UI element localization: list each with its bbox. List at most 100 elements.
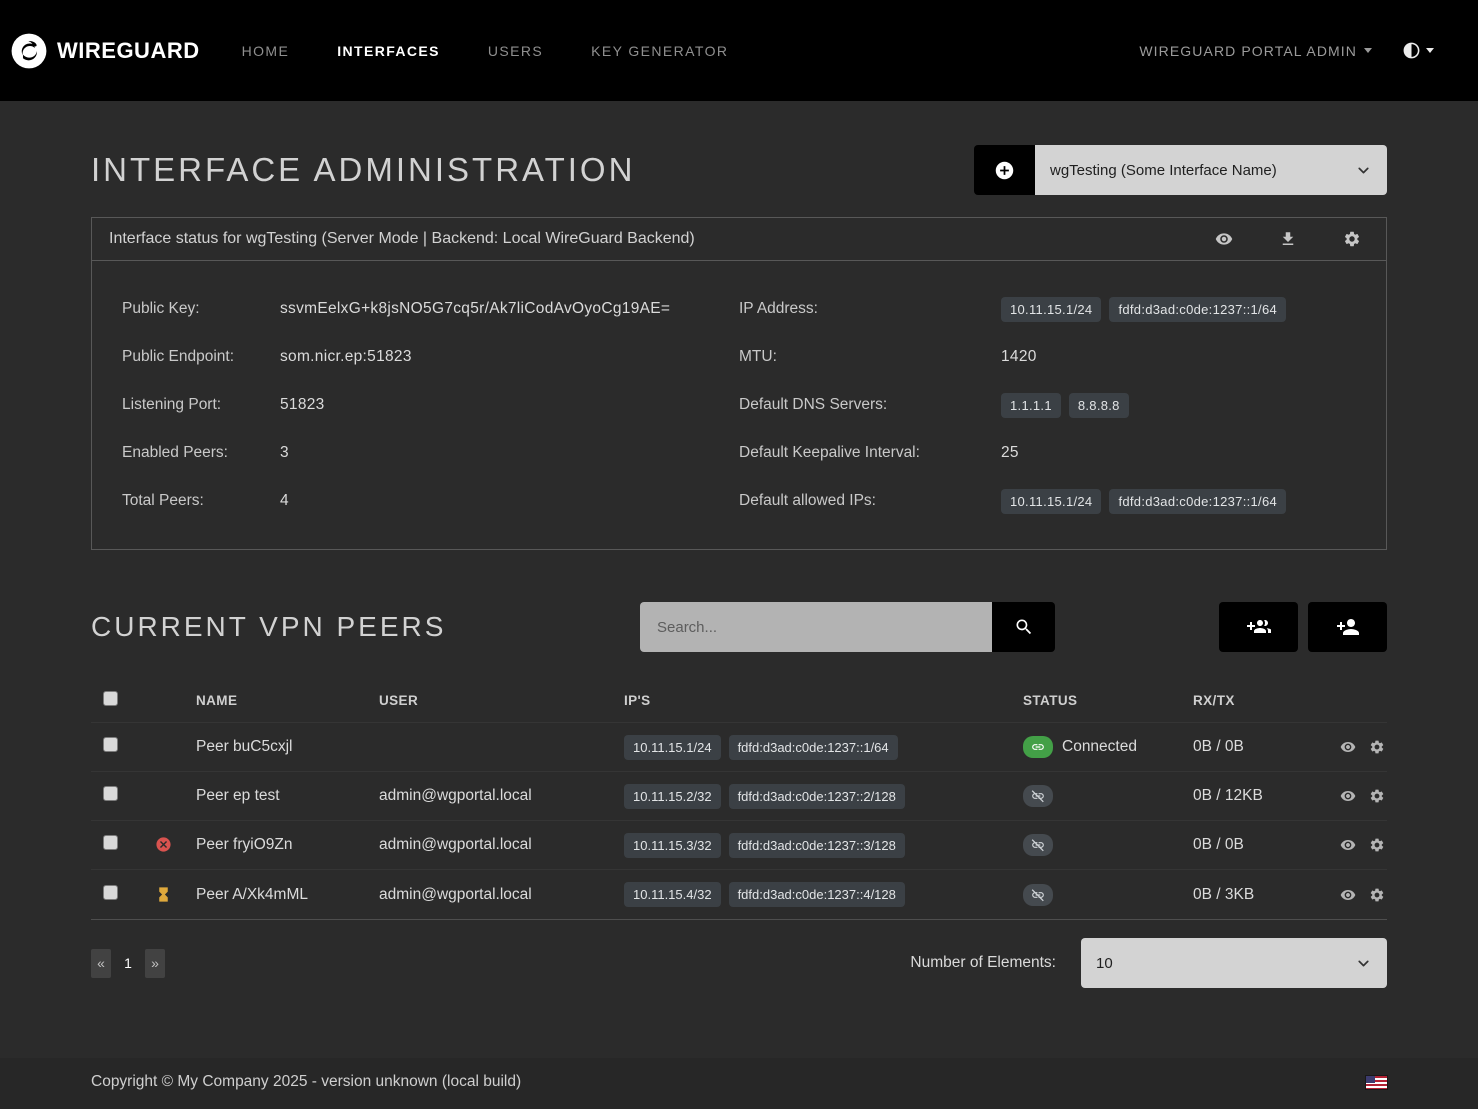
select-all-checkbox[interactable]: [103, 691, 118, 706]
dns-badge: 8.8.8.8: [1069, 393, 1129, 418]
listening-port-label: Listening Port:: [122, 396, 280, 414]
search-button[interactable]: [992, 602, 1055, 652]
link-slash-icon: [1031, 789, 1045, 803]
pagination-next-button[interactable]: »: [145, 949, 165, 978]
page-footer: Copyright © My Company 2025 - version un…: [0, 1058, 1478, 1109]
pagination: « 1 »: [91, 949, 165, 978]
pagination-page-1[interactable]: 1: [118, 949, 138, 978]
ip-badge: fdfd:d3ad:c0de:1237::1/64: [1109, 489, 1286, 514]
peer-settings-button[interactable]: [1369, 837, 1385, 853]
view-config-button[interactable]: [1215, 230, 1233, 248]
ip-badge: fdfd:d3ad:c0de:1237::1/64: [729, 735, 898, 760]
nav-item-home[interactable]: HOME: [242, 43, 290, 59]
navbar-right: WIREGUARD PORTAL ADMIN: [1139, 41, 1434, 60]
peer-settings-button[interactable]: [1369, 887, 1385, 903]
row-checkbox[interactable]: [103, 835, 118, 850]
hourglass-icon: [155, 886, 172, 903]
info-row: Default allowed IPs: 10.11.15.1/24 fdfd:…: [739, 477, 1356, 525]
column-header-ips: IP'S: [624, 693, 1023, 708]
download-config-button[interactable]: [1279, 230, 1297, 248]
status-disconnected-badge: [1023, 785, 1053, 807]
ip-badge: fdfd:d3ad:c0de:1237::3/128: [729, 833, 905, 858]
copyright-text: Copyright © My Company 2025 - version un…: [91, 1073, 521, 1091]
brand[interactable]: WIREGUARD: [10, 32, 200, 70]
add-multiple-peers-button[interactable]: [1219, 602, 1298, 652]
magnifier-icon: [1014, 617, 1034, 637]
status-connected-badge: [1023, 736, 1053, 758]
dns-badge: 1.1.1.1: [1001, 393, 1061, 418]
theme-toggle-dropdown[interactable]: [1402, 41, 1434, 60]
keepalive-value: 25: [1001, 444, 1356, 462]
card-title: Interface status for wgTesting (Server M…: [109, 230, 695, 248]
total-peers-label: Total Peers:: [122, 492, 280, 510]
gear-icon: [1343, 230, 1361, 248]
total-peers-value: 4: [280, 492, 739, 510]
status-disconnected-badge: [1023, 834, 1053, 856]
peer-view-button[interactable]: [1340, 788, 1356, 804]
public-endpoint-label: Public Endpoint:: [122, 348, 280, 366]
interface-details-left: Public Key: ssvmEelxG+k8jsNO5G7cq5r/Ak7l…: [122, 285, 739, 525]
peer-search-group: [640, 602, 1055, 652]
chevron-down-icon: [1355, 955, 1372, 972]
peer-rxtx: 0B / 0B: [1193, 836, 1325, 854]
link-icon: [1031, 740, 1045, 754]
peer-user: admin@wgportal.local: [379, 787, 624, 805]
link-slash-icon: [1031, 838, 1045, 852]
peer-user: admin@wgportal.local: [379, 836, 624, 854]
ip-badge: 10.11.15.2/32: [624, 784, 721, 809]
ip-badge: fdfd:d3ad:c0de:1237::2/128: [729, 784, 905, 809]
peer-rxtx: 0B / 0B: [1193, 738, 1325, 756]
add-multiple-peers-icon: [1247, 615, 1271, 639]
caret-down-icon: [1364, 48, 1372, 53]
us-flag-icon[interactable]: [1366, 1076, 1387, 1089]
gear-icon: [1369, 788, 1385, 804]
interface-details: Public Key: ssvmEelxG+k8jsNO5G7cq5r/Ak7l…: [92, 261, 1386, 549]
link-slash-icon: [1031, 888, 1045, 902]
column-header-rxtx: RX/TX: [1193, 693, 1325, 708]
peer-settings-button[interactable]: [1369, 739, 1385, 755]
peer-search-input[interactable]: [640, 602, 992, 652]
column-header-name: NAME: [196, 693, 379, 708]
row-checkbox[interactable]: [103, 737, 118, 752]
interface-status-card: Interface status for wgTesting (Server M…: [91, 217, 1387, 550]
circle-half-icon: [1402, 41, 1421, 60]
mtu-value: 1420: [1001, 348, 1356, 366]
row-checkbox[interactable]: [103, 786, 118, 801]
page-title: INTERFACE ADMINISTRATION: [91, 151, 635, 189]
public-endpoint-value: som.nicr.ep:51823: [280, 348, 739, 366]
interface-controls: wgTesting (Some Interface Name): [974, 145, 1387, 195]
info-row: Total Peers: 4: [122, 477, 739, 525]
interface-settings-button[interactable]: [1343, 230, 1361, 248]
peer-view-button[interactable]: [1340, 887, 1356, 903]
listening-port-value: 51823: [280, 396, 739, 414]
add-interface-button[interactable]: [974, 145, 1035, 195]
elements-select[interactable]: 10: [1081, 938, 1387, 988]
dns-servers-label: Default DNS Servers:: [739, 396, 1001, 414]
table-footer: « 1 » Number of Elements: 10: [91, 938, 1387, 988]
peer-name: Peer buC5cxjl: [196, 738, 379, 756]
user-menu-dropdown[interactable]: WIREGUARD PORTAL ADMIN: [1139, 43, 1372, 59]
nav-item-key-generator[interactable]: KEY GENERATOR: [591, 43, 728, 59]
nav-item-users[interactable]: USERS: [488, 43, 543, 59]
public-key-label: Public Key:: [122, 300, 280, 318]
interface-select-value: wgTesting (Some Interface Name): [1050, 162, 1277, 179]
status-label: Connected: [1062, 738, 1137, 756]
pagination-prev-button[interactable]: «: [91, 949, 111, 978]
peer-view-button[interactable]: [1340, 837, 1356, 853]
gear-icon: [1369, 739, 1385, 755]
user-menu-label: WIREGUARD PORTAL ADMIN: [1139, 43, 1357, 59]
nav-item-interfaces[interactable]: INTERFACES: [337, 43, 440, 59]
ip-badge: fdfd:d3ad:c0de:1237::1/64: [1109, 297, 1286, 322]
interface-select[interactable]: wgTesting (Some Interface Name): [1035, 145, 1387, 195]
add-peer-button[interactable]: [1308, 602, 1387, 652]
peers-section-title: CURRENT VPN PEERS: [91, 611, 446, 643]
x-circle-icon: [155, 836, 172, 853]
peer-settings-button[interactable]: [1369, 788, 1385, 804]
row-checkbox[interactable]: [103, 885, 118, 900]
eye-icon: [1340, 887, 1356, 903]
peers-table: NAME USER IP'S STATUS RX/TX Peer buC5cxj…: [91, 678, 1387, 920]
peer-view-button[interactable]: [1340, 739, 1356, 755]
keepalive-label: Default Keepalive Interval:: [739, 444, 1001, 462]
chevron-down-icon: [1355, 162, 1372, 179]
status-disconnected-badge: [1023, 884, 1053, 906]
